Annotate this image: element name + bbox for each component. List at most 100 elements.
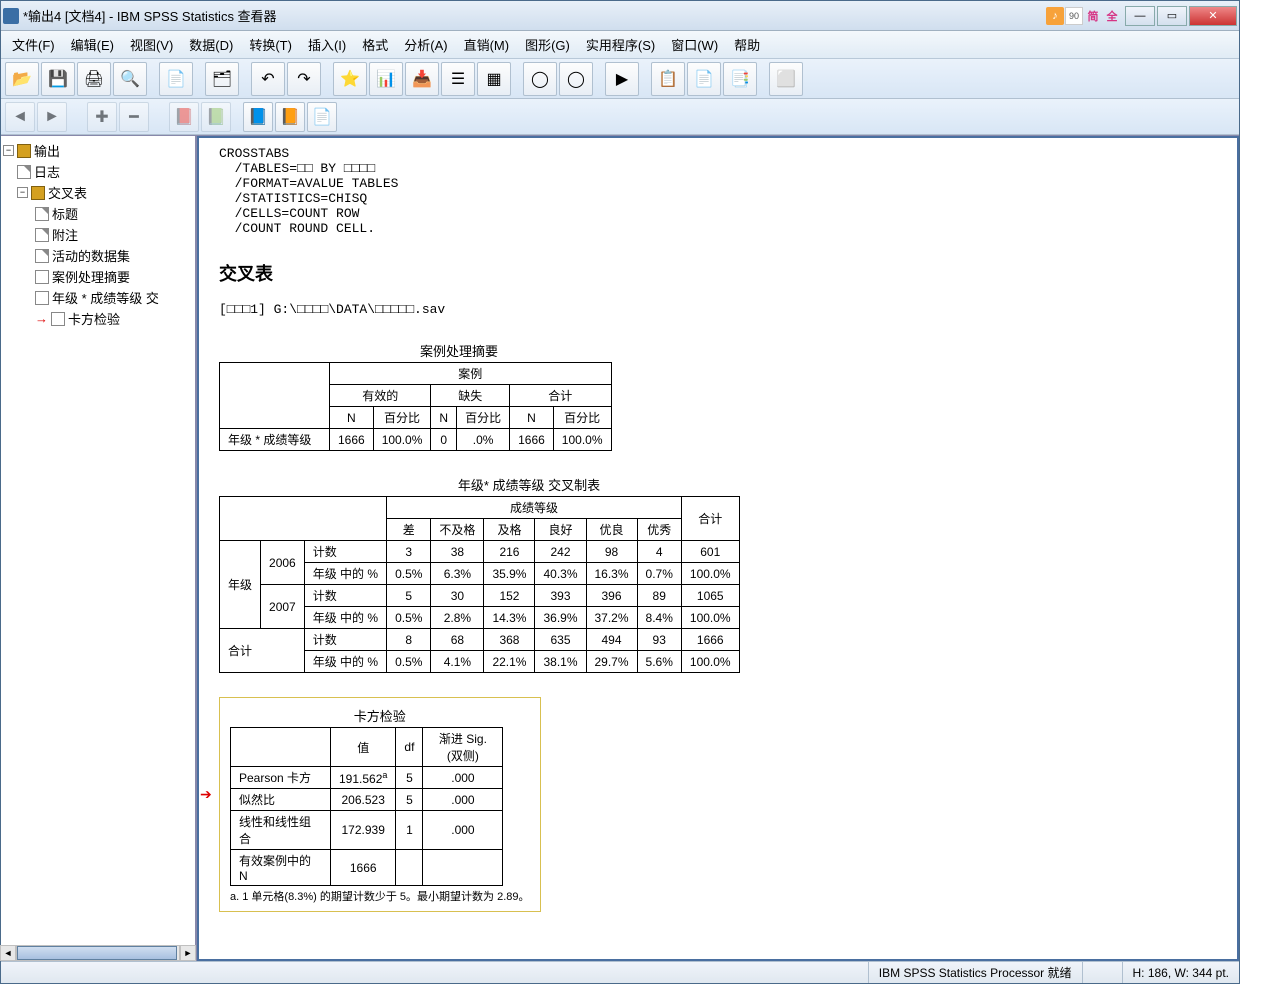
new-icon[interactable]: 📄 [687, 62, 721, 96]
collapse-icon[interactable]: − [17, 187, 28, 198]
goto-case-icon[interactable]: 📊 [369, 62, 403, 96]
variables-icon[interactable]: ☰ [441, 62, 475, 96]
tree-log-label: 日志 [34, 162, 60, 181]
tree-root[interactable]: − 输出 [3, 140, 193, 161]
tree-item-crosstab[interactable]: 年级 * 成绩等级 交 [3, 287, 193, 308]
menu-utilities[interactable]: 实用程序(S) [578, 31, 663, 58]
nav-fwd-icon[interactable]: ► [37, 102, 67, 132]
table-icon [51, 312, 65, 326]
page-icon [35, 207, 49, 221]
dataset-line: [□□□1] G:\□□□□\DATA\□□□□□.sav [219, 302, 1217, 317]
maximize-button[interactable]: ▭ [1157, 6, 1187, 26]
redo-icon[interactable]: ↷ [287, 62, 321, 96]
app-icon [3, 8, 19, 24]
select-icon[interactable]: ◯ [523, 62, 557, 96]
window-title: *输出4 [文档4] - IBM SPSS Statistics 查看器 [23, 6, 1046, 25]
nav-expand-icon[interactable]: 📕 [169, 102, 199, 132]
current-arrow-icon: → [35, 311, 48, 326]
menu-direct[interactable]: 直销(M) [456, 31, 518, 58]
page-icon [35, 228, 49, 242]
close-button[interactable]: ✕ [1189, 6, 1237, 26]
open-icon[interactable]: 📂 [5, 62, 39, 96]
status-processor: IBM SPSS Statistics Processor 就绪 [868, 962, 1082, 983]
export-icon[interactable]: 📄 [159, 62, 193, 96]
collapse-icon[interactable]: − [3, 145, 14, 156]
tree-item-chisq[interactable]: →卡方检验 [3, 308, 193, 329]
chisq-footnote: a. 1 单元格(8.3%) 的期望计数少于 5。最小期望计数为 2.89。 [230, 890, 530, 905]
nav-back-icon[interactable]: ◄ [5, 102, 35, 132]
book-icon [17, 144, 31, 158]
menu-insert[interactable]: 插入(I) [300, 31, 354, 58]
designate-icon[interactable]: 📑 [723, 62, 757, 96]
scroll-left-icon[interactable]: ◄ [1, 945, 16, 961]
titlebar: *输出4 [文档4] - IBM SPSS Statistics 查看器 ♪ 9… [1, 1, 1239, 31]
preview-icon[interactable]: 🔍 [113, 62, 147, 96]
menu-data[interactable]: 数据(D) [181, 31, 241, 58]
goto-var-icon[interactable]: 📥 [405, 62, 439, 96]
table-icon[interactable]: ▦ [477, 62, 511, 96]
minimize-button[interactable]: — [1125, 6, 1155, 26]
table-icon [35, 291, 49, 305]
menu-format[interactable]: 格式 [354, 31, 396, 58]
tree-crosstabs-label: 交叉表 [48, 183, 87, 202]
nav-show-icon[interactable]: 📘 [243, 102, 273, 132]
page-icon [35, 249, 49, 263]
syntax-block: CROSSTABS /TABLES=□□ BY □□□□ /FORMAT=AVA… [219, 146, 1217, 236]
undo-icon[interactable]: ↶ [251, 62, 285, 96]
save-icon[interactable]: 💾 [41, 62, 75, 96]
chisq-table[interactable]: 值df渐进 Sig. (双侧) Pearson 卡方191.562a5.000 … [230, 727, 503, 886]
ime-icon-d[interactable]: 全 [1103, 7, 1121, 25]
menu-graphs[interactable]: 图形(G) [517, 31, 578, 58]
recall-icon[interactable]: 🗂 [205, 62, 239, 96]
tree-log[interactable]: 日志 [3, 161, 193, 182]
menubar: 文件(F) 编辑(E) 视图(V) 数据(D) 转换(T) 插入(I) 格式 分… [1, 31, 1239, 59]
tree-item-case-summary[interactable]: 案例处理摘要 [3, 266, 193, 287]
output-viewer[interactable]: CROSSTABS /TABLES=□□ BY □□□□ /FORMAT=AVA… [197, 136, 1239, 961]
section-title: 交叉表 [219, 260, 1217, 286]
print-icon[interactable]: 🖨 [77, 62, 111, 96]
table-icon [35, 270, 49, 284]
tree-item-title[interactable]: 标题 [3, 203, 193, 224]
case-summary-table[interactable]: 案例 有效的 缺失 合计 N百分比 N百分比 N百分比 年级 * 成绩等级 16… [219, 362, 612, 451]
chisq-title: 卡方检验 [230, 706, 530, 725]
crosstab-title: 年级* 成绩等级 交叉制表 [219, 475, 839, 494]
statusbar: IBM SPSS Statistics Processor 就绪 H: 186,… [1, 961, 1239, 983]
weight-icon[interactable]: ◯ [559, 62, 593, 96]
ime-icon-a[interactable]: ♪ [1046, 7, 1064, 25]
menu-file[interactable]: 文件(F) [4, 31, 63, 58]
sync-icon[interactable]: ⬜ [769, 62, 803, 96]
ime-icon-b[interactable]: 90 [1065, 7, 1083, 25]
tree-item-notes[interactable]: 附注 [3, 224, 193, 245]
menu-window[interactable]: 窗口(W) [663, 31, 726, 58]
chisq-block[interactable]: ➔ 卡方检验 值df渐进 Sig. (双侧) Pearson 卡方191.562… [219, 697, 541, 912]
menu-help[interactable]: 帮助 [726, 31, 768, 58]
page-icon [17, 165, 31, 179]
nav-hide-icon[interactable]: 📙 [275, 102, 305, 132]
toolbar-nav: ◄ ► ✚ ━ 📕 📗 📘 📙 📄 [1, 99, 1239, 135]
tree-root-label: 输出 [34, 141, 60, 160]
current-arrow-icon: ➔ [200, 786, 212, 803]
nav-collapse-icon[interactable]: 📗 [201, 102, 231, 132]
ime-icons: ♪ 90 简 全 [1046, 7, 1121, 25]
menu-analyze[interactable]: 分析(A) [396, 31, 455, 58]
menu-edit[interactable]: 编辑(E) [63, 31, 122, 58]
tree-crosstabs[interactable]: − 交叉表 [3, 182, 193, 203]
scroll-right-icon[interactable]: ► [180, 945, 196, 961]
nav-promote-icon[interactable]: ✚ [87, 102, 117, 132]
status-dims: H: 186, W: 344 pt. [1122, 962, 1240, 983]
goto-icon[interactable]: ⭐ [333, 62, 367, 96]
h-scrollbar[interactable] [16, 945, 180, 961]
toolbar-main: 📂 💾 🖨 🔍 📄 🗂 ↶ ↷ ⭐ 📊 📥 ☰ ▦ ◯ ◯ ▶ 📋 📄 📑 ⬜ [1, 59, 1239, 99]
ime-icon-c[interactable]: 简 [1084, 7, 1102, 25]
show-icon[interactable]: 📋 [651, 62, 685, 96]
outline-sidebar[interactable]: − 输出 日志 − 交叉表 标题 附注 活动的数据集 案例处理摘要 年级 * 成… [1, 136, 197, 961]
run-icon[interactable]: ▶ [605, 62, 639, 96]
menu-view[interactable]: 视图(V) [122, 31, 181, 58]
crosstab-table[interactable]: 成绩等级 合计 差不及格及格良好优良优秀 年级 2006 计数 33821624… [219, 496, 740, 673]
nav-insert-icon[interactable]: 📄 [307, 102, 337, 132]
case-summary-title: 案例处理摘要 [219, 341, 699, 360]
book-icon [31, 186, 45, 200]
menu-transform[interactable]: 转换(T) [241, 31, 300, 58]
nav-demote-icon[interactable]: ━ [119, 102, 149, 132]
tree-item-dataset[interactable]: 活动的数据集 [3, 245, 193, 266]
